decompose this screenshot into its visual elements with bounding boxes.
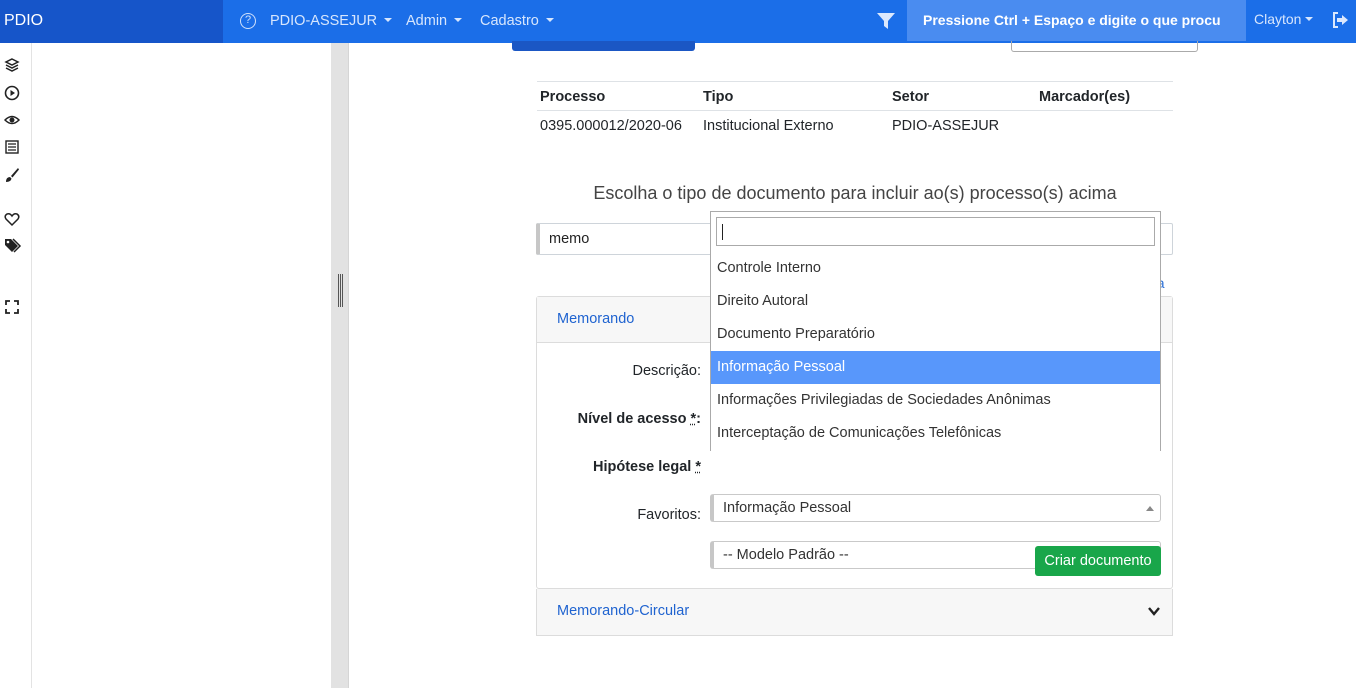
process-table: Processo Tipo Setor Marcador(es) 0395.00… — [537, 81, 1173, 141]
top-navbar: PDIO ? PDIO-ASSEJUR Admin Cadastro Press… — [0, 0, 1356, 43]
dropdown-option[interactable]: Controle Interno — [711, 252, 1160, 285]
descricao-label: Descrição: — [632, 363, 702, 379]
col-marcadores: Marcador(es) — [1036, 81, 1173, 111]
play-circle-icon[interactable] — [4, 85, 20, 101]
menu-admin[interactable]: Admin — [406, 0, 463, 43]
text-cursor — [722, 224, 723, 240]
hipotese-legal-value: Informação Pessoal — [723, 500, 852, 516]
expand-icon[interactable] — [5, 300, 19, 314]
funnel-icon[interactable] — [876, 11, 896, 31]
dropdown-option[interactable]: Interceptação de Comunicações Telefônica… — [711, 417, 1160, 450]
caret-down-icon — [545, 18, 554, 22]
brush-icon[interactable] — [4, 167, 20, 183]
panel-splitter[interactable] — [331, 43, 349, 688]
menu-cadastro-label: Cadastro — [480, 13, 539, 29]
col-processo: Processo — [537, 81, 700, 111]
favoritos-label: Favoritos: — [637, 507, 701, 523]
cell-marcadores — [1036, 111, 1173, 142]
dropdown-option-selected[interactable]: Informação Pessoal — [711, 351, 1160, 384]
question-circle-icon[interactable]: ? — [240, 13, 256, 29]
list-alt-icon[interactable] — [4, 139, 20, 155]
top-input[interactable] — [1011, 41, 1198, 52]
caret-down-icon — [1305, 17, 1314, 21]
menu-admin-label: Admin — [406, 13, 448, 29]
drag-handle-icon[interactable] — [338, 274, 343, 307]
memorando-circular-card[interactable]: Memorando-Circular — [536, 589, 1173, 636]
col-tipo: Tipo — [700, 81, 889, 111]
table-row: 0395.000012/2020-06 Institucional Extern… — [537, 111, 1173, 142]
dropdown-option[interactable]: Direito Autoral — [711, 285, 1160, 318]
top-action-button[interactable] — [512, 41, 695, 51]
global-search-input[interactable]: Pressione Ctrl + Espaço e digite o que p… — [907, 0, 1246, 41]
dropdown-search-input[interactable] — [716, 217, 1155, 246]
hipotese-legal-text: Hipótese legal — [593, 459, 696, 475]
left-icon-rail — [0, 43, 32, 688]
favoritos-value: -- Modelo Padrão -- — [723, 547, 849, 563]
menu-pdio-assejur-label: PDIO-ASSEJUR — [270, 13, 378, 29]
heart-icon[interactable] — [4, 211, 20, 227]
chevron-down-icon[interactable] — [1148, 605, 1160, 617]
choose-doc-title: Escolha o tipo de documento para incluir… — [593, 183, 1117, 203]
eye-icon[interactable] — [4, 112, 20, 128]
layers-icon[interactable] — [4, 57, 20, 73]
create-document-button[interactable]: Criar documento — [1035, 546, 1161, 576]
sidebar-panel — [32, 43, 331, 688]
arrow-up-icon — [1146, 506, 1154, 511]
user-menu[interactable]: Clayton — [1254, 0, 1314, 41]
hipotese-legal-dropdown: Controle Interno Direito Autoral Documen… — [710, 211, 1161, 451]
memorando-circular-title: Memorando-Circular — [557, 603, 690, 619]
hipotese-legal-select[interactable]: Informação Pessoal — [710, 494, 1161, 522]
dropdown-option[interactable]: Informações Privilegiadas de Sociedades … — [711, 384, 1160, 417]
cell-processo[interactable]: 0395.000012/2020-06 — [537, 111, 700, 142]
user-name: Clayton — [1254, 11, 1302, 27]
brand-logo[interactable]: PDIO — [0, 0, 223, 43]
dropdown-option[interactable]: Documento Preparatório — [711, 318, 1160, 351]
sign-out-icon[interactable] — [1331, 12, 1349, 28]
tags-icon[interactable] — [4, 238, 22, 254]
caret-down-icon — [454, 18, 463, 22]
col-setor: Setor — [889, 81, 1036, 111]
nivel-acesso-text: Nível de acesso — [577, 411, 691, 427]
menu-pdio-assejur[interactable]: PDIO-ASSEJUR — [270, 0, 393, 43]
menu-cadastro[interactable]: Cadastro — [480, 0, 554, 43]
cell-setor: PDIO-ASSEJUR — [892, 118, 1000, 134]
nivel-acesso-label: Nível de acesso *: — [541, 411, 701, 427]
hipotese-legal-label: Hipótese legal * — [541, 459, 701, 475]
cell-tipo: Institucional Externo — [703, 118, 834, 134]
required-mark: * — [695, 459, 701, 475]
caret-down-icon — [384, 18, 393, 22]
nivel-acesso-colon: : — [696, 411, 701, 427]
